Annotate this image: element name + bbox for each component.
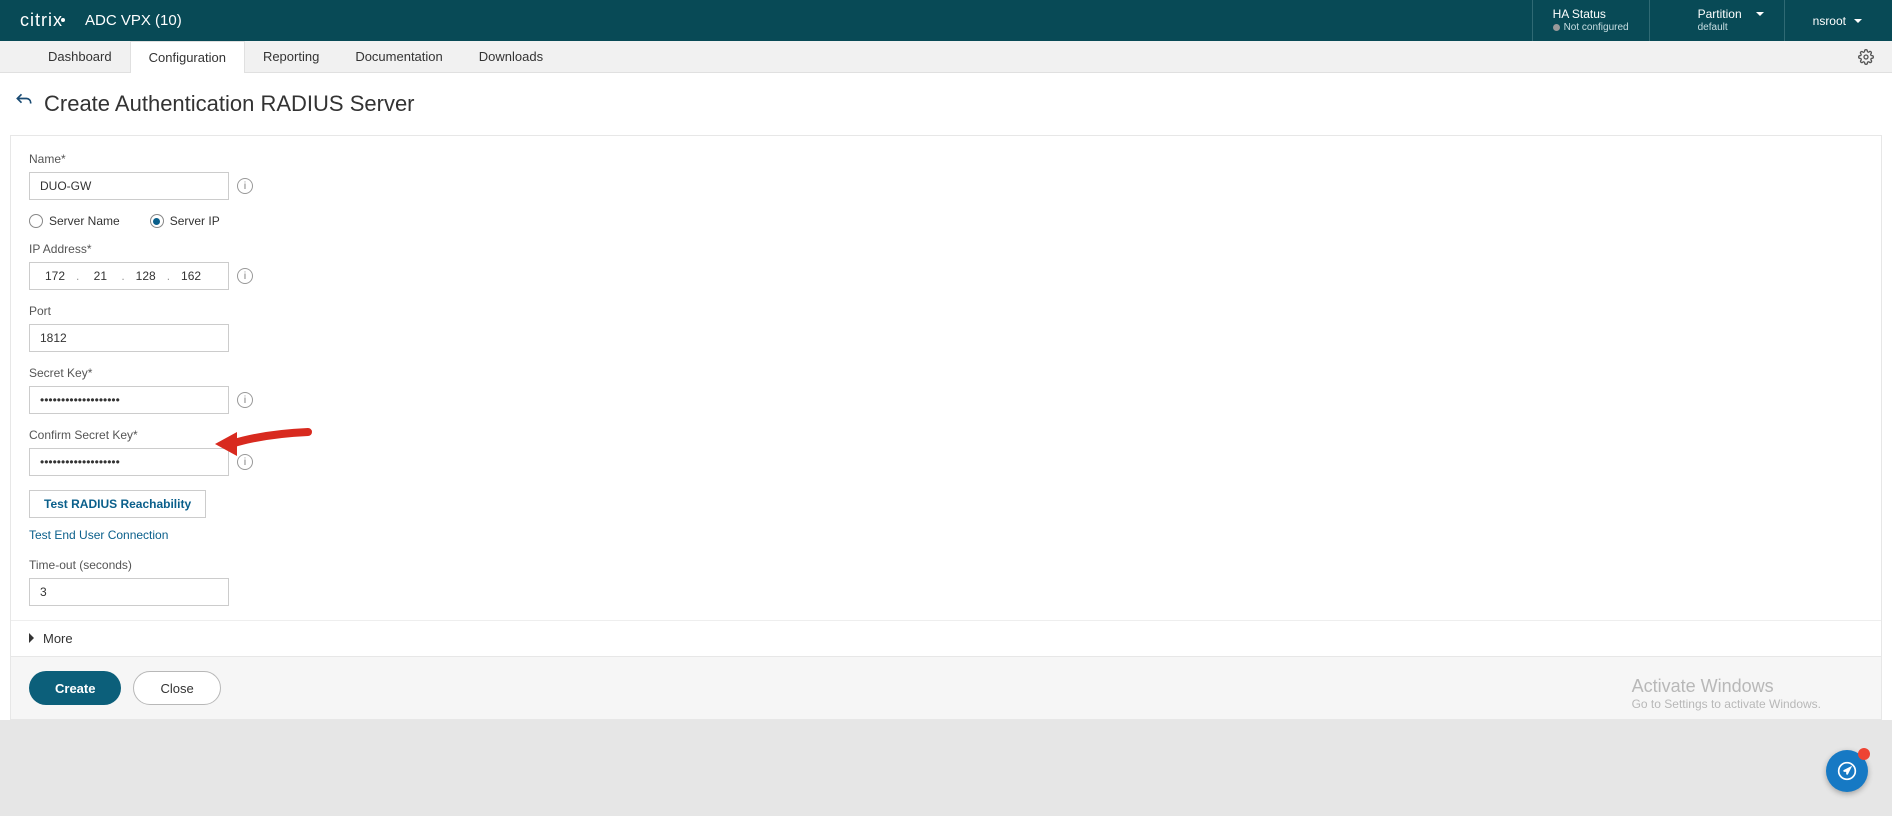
product-name: ADC VPX (10)	[85, 12, 182, 29]
test-end-user-connection-link[interactable]: Test End User Connection	[29, 528, 168, 542]
back-arrow-icon	[14, 91, 34, 111]
create-button[interactable]: Create	[29, 671, 121, 705]
chevron-down-icon	[1752, 7, 1764, 21]
ha-status-dot-icon	[1553, 24, 1560, 31]
timeout-label: Time-out (seconds)	[29, 558, 1863, 572]
user-name: nsroot	[1813, 14, 1846, 28]
ip-octet-1[interactable]	[34, 263, 76, 289]
brand-logo: citrix	[20, 10, 65, 31]
info-icon[interactable]: i	[237, 392, 253, 408]
timeout-input[interactable]	[29, 578, 229, 606]
tab-dashboard[interactable]: Dashboard	[30, 41, 130, 72]
info-icon[interactable]: i	[237, 268, 253, 284]
ha-status-value: Not configured	[1564, 21, 1629, 35]
tab-configuration[interactable]: Configuration	[130, 41, 245, 73]
tab-documentation[interactable]: Documentation	[337, 41, 460, 72]
ip-address-label: IP Address*	[29, 242, 1863, 256]
info-icon[interactable]: i	[237, 178, 253, 194]
confirm-secret-key-label: Confirm Secret Key*	[29, 428, 1863, 442]
test-radius-reachability-button[interactable]: Test RADIUS Reachability	[29, 490, 206, 518]
ip-octet-3[interactable]	[125, 263, 167, 289]
gear-icon	[1858, 49, 1874, 65]
more-toggle[interactable]: More	[11, 620, 1881, 656]
name-label: Name*	[29, 152, 1863, 166]
navigate-icon	[1837, 761, 1857, 781]
ip-address-input[interactable]: . . .	[29, 262, 229, 290]
back-button[interactable]	[14, 91, 34, 117]
radio-server-ip[interactable]: Server IP	[150, 214, 220, 228]
secret-key-input[interactable]	[29, 386, 229, 414]
triangle-right-icon	[29, 631, 39, 646]
partition-dropdown[interactable]: Partition default	[1678, 0, 1785, 41]
top-bar: citrix ADC VPX (10) HA Status Not config…	[0, 0, 1892, 41]
user-dropdown[interactable]: nsroot	[1813, 14, 1872, 28]
port-label: Port	[29, 304, 1863, 318]
tab-reporting[interactable]: Reporting	[245, 41, 337, 72]
page-title: Create Authentication RADIUS Server	[44, 91, 415, 117]
secret-key-label: Secret Key*	[29, 366, 1863, 380]
help-fab[interactable]	[1826, 750, 1868, 792]
settings-button[interactable]	[1840, 41, 1892, 72]
more-label: More	[43, 631, 73, 646]
ha-status[interactable]: HA Status Not configured	[1532, 0, 1650, 41]
windows-activation-watermark: Activate Windows Go to Settings to activ…	[1632, 676, 1821, 711]
ip-octet-2[interactable]	[79, 263, 121, 289]
ha-status-label: HA Status	[1553, 7, 1629, 21]
port-input[interactable]	[29, 324, 229, 352]
radio-checked-icon	[150, 214, 164, 228]
tab-downloads[interactable]: Downloads	[461, 41, 561, 72]
confirm-secret-key-input[interactable]	[29, 448, 229, 476]
form-panel: Name* i Server Name Server IP IP Address…	[10, 135, 1882, 657]
ip-octet-4[interactable]	[170, 263, 212, 289]
main-nav: Dashboard Configuration Reporting Docume…	[0, 41, 1892, 73]
partition-label: Partition	[1698, 7, 1742, 21]
form-footer: Create Close Activate Windows Go to Sett…	[10, 657, 1882, 720]
chevron-down-icon	[1850, 14, 1862, 28]
close-button[interactable]: Close	[133, 671, 220, 705]
radio-server-name[interactable]: Server Name	[29, 214, 120, 228]
partition-value: default	[1698, 21, 1764, 35]
name-input[interactable]	[29, 172, 229, 200]
info-icon[interactable]: i	[237, 454, 253, 470]
radio-icon	[29, 214, 43, 228]
